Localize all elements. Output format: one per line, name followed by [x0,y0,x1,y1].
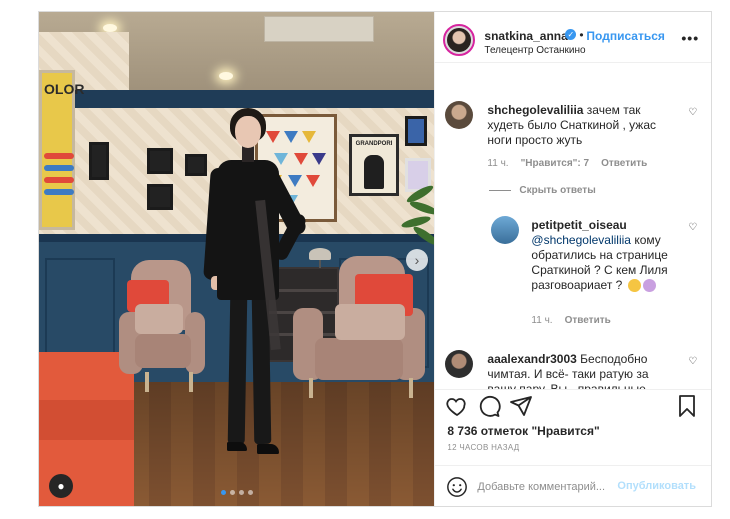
location-link[interactable]: Телецентр Останкино [484,45,585,56]
shoe [227,442,247,451]
beige-pillow [335,304,405,340]
verified-badge-icon: ✓ [565,29,577,40]
comment: aaalexandr3003 Бесподобно чимтая. И всё-… [487,352,677,389]
more-options-icon[interactable]: ••• [681,30,699,46]
post-header: snatkina_anna ✓ • Подписаться Телецентр … [435,12,711,63]
ceiling-lamp [219,72,233,80]
comment-avatar[interactable] [445,101,474,129]
poster-figure [364,155,384,189]
small-poster [405,116,427,146]
follow-button[interactable]: Подписаться [586,29,664,43]
small-frame [89,142,109,180]
grandpori-poster: GRANDPORI [349,134,399,196]
leaf [411,224,435,248]
table-lamp-stem [319,260,321,268]
comment-username[interactable]: shchegolevaliliia [487,103,583,117]
neck [242,146,254,162]
share-send-icon[interactable] [509,394,533,418]
author-avatar-image [447,28,472,52]
small-frame [147,184,173,210]
comment-input[interactable] [477,478,618,496]
poster-wave [44,165,74,171]
poster-wave [44,153,74,159]
ceiling-vent [264,16,374,42]
comment-avatar[interactable] [445,350,474,378]
likes-count[interactable]: 8 736 отметок "Нравится" [447,424,599,438]
leaf [408,199,435,217]
author-avatar[interactable] [443,24,476,56]
comment: shchegolevaliliia зачем так худеть было … [487,103,677,148]
leg [227,293,248,445]
poster-left-text: OLOR [44,81,85,97]
woman-figure [179,108,319,506]
hide-replies-button[interactable]: Скрыть ответы [519,185,595,196]
like-comment-icon[interactable]: ♡ [688,108,698,118]
cornice [39,90,435,110]
comments-list: shchegolevaliliia зачем так худеть было … [435,63,711,389]
reply-time[interactable]: 11 ч. [531,315,552,326]
post-time[interactable]: 12 ЧАСОВ НАЗАД [447,443,519,452]
emoji-picker-icon[interactable] [446,476,468,498]
like-comment-icon[interactable]: ♡ [688,223,698,233]
reply-username[interactable]: petitpetit_oiseau [531,218,626,232]
small-frame [147,148,173,174]
carousel-dot [230,490,235,495]
comment-meta: 11 ч. "Нравится": 7 Ответить [487,158,647,169]
publish-button[interactable]: Опубликовать [617,480,696,492]
tagged-user-icon[interactable]: ● [49,474,73,498]
chair-seat [315,338,403,380]
poster-left: OLOR [39,70,84,230]
shoe [257,444,279,454]
post-actions [435,389,712,425]
ceiling-lamp [103,24,117,32]
reply: petitpetit_oiseau @shchegolevaliliia ком… [531,218,677,293]
carousel-dot [221,490,226,495]
comment-username[interactable]: aaalexandr3003 [487,352,576,366]
carousel-dot [239,490,244,495]
header-separator: • [579,28,584,42]
reply-button[interactable]: Ответить [565,315,611,326]
comment-bubble-icon[interactable] [477,394,501,418]
smile-emoji-icon [627,279,641,293]
post-side-panel: snatkina_anna ✓ • Подписаться Телецентр … [434,12,712,506]
reply-meta: 11 ч. Ответить [531,315,610,326]
chair-leg [409,378,413,398]
reply-avatar[interactable] [491,216,520,244]
carousel-dot [248,490,253,495]
grandpori-poster-text: GRANDPORI [355,141,393,147]
beige-pillow [135,304,183,334]
next-photo-button[interactable]: › [406,249,428,271]
comment-likes[interactable]: "Нравится": 7 [521,158,590,169]
add-comment-bar: Опубликовать [435,465,712,506]
shrug-emoji-icon [642,279,656,293]
author-username[interactable]: snatkina_anna [484,29,567,43]
post-photo[interactable]: OLOR GRANDPORI › ● [39,12,435,506]
reply-button[interactable]: Ответить [601,158,647,169]
reply-mention[interactable]: @shchegolevaliliia [531,233,631,247]
like-comment-icon[interactable]: ♡ [688,357,698,367]
carousel-dots [221,490,253,495]
comment-time[interactable]: 11 ч. [487,158,508,169]
instagram-post: OLOR GRANDPORI › ● snatkina_anna ✓ • Под… [38,11,712,507]
poster-wave [44,189,74,195]
face [235,116,261,148]
like-heart-icon[interactable] [445,394,469,418]
chair-leg [145,372,149,392]
poster-wave [44,177,74,183]
bookmark-icon[interactable] [675,394,699,418]
replies-divider [489,190,512,191]
red-sofa-seat [39,400,134,440]
